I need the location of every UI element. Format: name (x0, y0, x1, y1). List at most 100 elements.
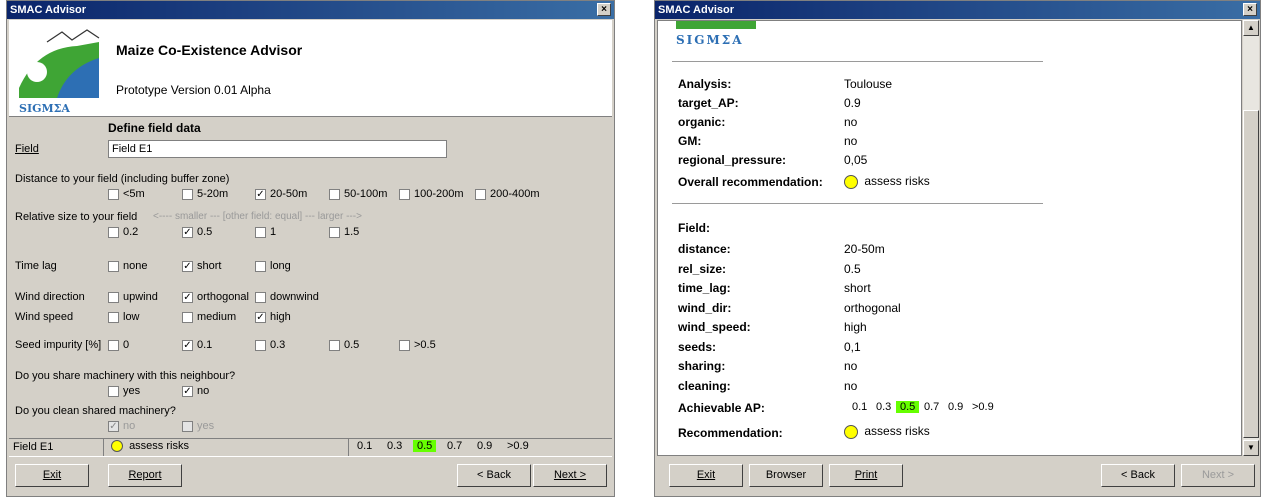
windspeed-option-2[interactable]: ✓ high (255, 311, 291, 324)
checkbox-icon[interactable] (108, 188, 119, 200)
winddir-option-label: upwind (123, 291, 158, 303)
checkbox-icon[interactable]: ✓ (255, 311, 266, 323)
distance-option-1[interactable]: 5-20m (182, 188, 228, 201)
achievable-ap-label: Achievable AP: (678, 401, 765, 415)
exit-button[interactable]: Exit (669, 464, 743, 487)
logo-text: SIGMΣA (19, 102, 70, 114)
relsize-option-3[interactable]: 1.5 (329, 226, 359, 239)
app-name: Maize Co-Existence Advisor (116, 42, 303, 58)
timelag-option-2[interactable]: long (255, 260, 291, 273)
overall-label: Overall recommendation: (678, 175, 823, 189)
windspeed-option-0[interactable]: low (108, 311, 140, 324)
checkbox-icon[interactable] (108, 226, 119, 238)
field-row-value: 0,1 (844, 339, 861, 354)
field-label: Field (15, 143, 39, 155)
next-button[interactable]: Next > (533, 464, 607, 487)
report-separator-2 (672, 203, 1043, 204)
seed-option-0[interactable]: 0 (108, 339, 129, 352)
clean-option-1[interactable]: yes (182, 420, 214, 433)
checkbox-icon[interactable] (255, 260, 266, 272)
distance-option-4[interactable]: 100-200m (399, 188, 464, 201)
print-button[interactable]: Print (829, 464, 903, 487)
seed-option-3[interactable]: 0.5 (329, 339, 359, 352)
checkbox-icon[interactable] (108, 339, 119, 351)
relsize-option-1[interactable]: ✓ 0.5 (182, 226, 212, 239)
analysis-row-label: GM: (678, 134, 702, 148)
checkbox-icon[interactable] (329, 188, 340, 200)
checkbox-icon[interactable] (475, 188, 486, 200)
scroll-down-arrow-icon[interactable]: ▼ (1243, 440, 1259, 456)
distance-option-0[interactable]: <5m (108, 188, 145, 201)
share-option-0[interactable]: yes (108, 385, 140, 398)
checkbox-icon[interactable] (255, 226, 266, 238)
status-divider-1 (103, 439, 104, 456)
distance-option-2[interactable]: ✓ 20-50m (255, 188, 307, 201)
checkbox-icon[interactable]: ✓ (182, 226, 193, 238)
checkbox-icon[interactable] (182, 311, 193, 323)
left-close-button[interactable]: × (597, 3, 611, 16)
field-row-value: no (844, 359, 858, 373)
winddir-option-2[interactable]: downwind (255, 291, 319, 304)
checkbox-icon[interactable] (255, 291, 266, 303)
checkbox-icon[interactable] (108, 291, 119, 303)
checkbox-icon[interactable] (399, 188, 410, 200)
timelag-option-0[interactable]: none (108, 260, 147, 273)
browser-button[interactable]: Browser (749, 464, 823, 487)
field-input[interactable]: Field E1 (108, 140, 447, 158)
winddir-option-1[interactable]: ✓ orthogonal (182, 291, 249, 304)
checkbox-icon[interactable] (108, 260, 119, 272)
checkbox-icon[interactable]: ✓ (108, 420, 119, 432)
analysis-row-label: target_AP: (678, 96, 739, 110)
back-button[interactable]: < Back (457, 464, 531, 487)
winddir-option-0[interactable]: upwind (108, 291, 158, 304)
right-ap-value: 0.1 (852, 401, 868, 413)
right-close-button[interactable]: × (1243, 3, 1257, 16)
timelag-option-1[interactable]: ✓ short (182, 260, 221, 273)
checkbox-icon[interactable] (329, 226, 340, 238)
report-scrollbar[interactable]: ▲ ▼ (1243, 20, 1259, 456)
relsize-option-label: 1.5 (344, 226, 360, 238)
checkbox-icon[interactable]: ✓ (182, 385, 193, 397)
checkbox-icon[interactable] (108, 311, 119, 323)
right-titlebar: SMAC Advisor × (655, 1, 1260, 19)
checkbox-icon[interactable]: ✓ (182, 339, 193, 351)
checkbox-icon[interactable] (182, 188, 193, 200)
scroll-thumb[interactable] (1243, 110, 1259, 438)
field-row-label: seeds: (678, 339, 717, 354)
distance-option-3[interactable]: 50-100m (329, 188, 387, 201)
overall-value-text: assess risks (864, 174, 930, 188)
next-button[interactable]: Next > (1181, 464, 1255, 487)
share-option-label: no (197, 385, 210, 397)
seed-option-1[interactable]: ✓ 0.1 (182, 339, 212, 352)
analysis-row-label: organic: (678, 115, 726, 129)
relsize-hint: <---- smaller --- [other field: equal] -… (153, 211, 362, 222)
checkbox-icon[interactable]: ✓ (182, 291, 193, 303)
share-option-1[interactable]: ✓ no (182, 385, 209, 398)
report-button[interactable]: Report (108, 464, 182, 487)
status-divider-2 (348, 439, 349, 456)
checkbox-icon[interactable] (108, 385, 119, 397)
seed-option-4[interactable]: >0.5 (399, 339, 436, 352)
checkbox-icon[interactable] (329, 339, 340, 351)
recommendation-label: Recommendation: (678, 426, 783, 440)
scroll-up-arrow-icon[interactable]: ▲ (1243, 20, 1259, 36)
right-ap-value: 0.3 (876, 401, 892, 413)
checkbox-icon[interactable] (255, 339, 266, 351)
checkbox-icon[interactable]: ✓ (255, 188, 266, 200)
distance-option-label: 50-100m (344, 188, 388, 200)
share-option-label: yes (123, 385, 141, 397)
windspeed-option-1[interactable]: medium (182, 311, 236, 324)
checkbox-icon[interactable] (399, 339, 410, 351)
distance-option-5[interactable]: 200-400m (475, 188, 540, 201)
exit-button[interactable]: Exit (15, 464, 89, 487)
distance-label: Distance to your field (including buffer… (15, 173, 230, 185)
relsize-option-2[interactable]: 1 (255, 226, 276, 239)
checkbox-icon[interactable] (182, 420, 193, 432)
checkbox-icon[interactable]: ✓ (182, 260, 193, 272)
left-ap-value: 0.1 (357, 440, 373, 452)
seed-option-2[interactable]: 0.3 (255, 339, 285, 352)
relsize-option-0[interactable]: 0.2 (108, 226, 138, 239)
clean-option-0[interactable]: ✓ no (108, 420, 135, 433)
back-button[interactable]: < Back (1101, 464, 1175, 487)
right-ap-value: 0.7 (924, 401, 940, 413)
